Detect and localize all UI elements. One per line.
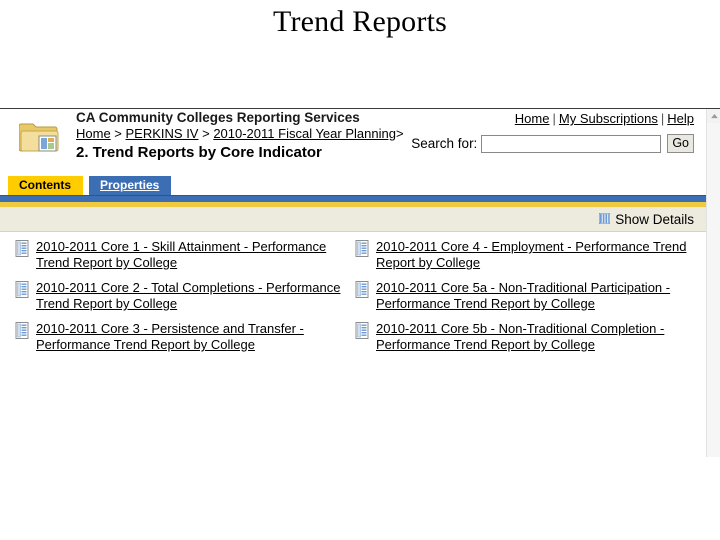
top-navigation: Home | My Subscriptions | Help bbox=[515, 111, 694, 126]
topnav-link-my-subscriptions[interactable]: My Subscriptions bbox=[559, 111, 658, 126]
list-item[interactable]: 2010-2011 Core 2 - Total Completions - P… bbox=[15, 280, 345, 312]
report-link[interactable]: 2010-2011 Core 3 - Persistence and Trans… bbox=[36, 321, 345, 353]
tab-properties[interactable]: Properties bbox=[89, 176, 172, 195]
grid-icon bbox=[598, 212, 611, 227]
folder-report-icon bbox=[18, 119, 59, 153]
topnav-separator: | bbox=[660, 111, 665, 126]
report-link[interactable]: 2010-2011 Core 4 - Employment - Performa… bbox=[376, 239, 695, 271]
breadcrumb-item-perkins-iv[interactable]: PERKINS IV bbox=[126, 126, 199, 141]
topnav-link-help[interactable]: Help bbox=[667, 111, 694, 126]
embedded-browser-screenshot: CA Community Colleges Reporting Services… bbox=[0, 108, 720, 457]
breadcrumb-item-fiscal-year-planning[interactable]: 2010-2011 Fiscal Year Planning bbox=[213, 126, 396, 141]
tab-strip: Contents Properties bbox=[0, 176, 706, 195]
breadcrumb-separator: > bbox=[198, 126, 214, 141]
report-document-icon bbox=[15, 281, 30, 298]
list-item[interactable]: 2010-2011 Core 3 - Persistence and Trans… bbox=[15, 321, 345, 353]
show-details-label: Show Details bbox=[615, 211, 694, 227]
list-item[interactable]: 2010-2011 Core 5a - Non-Traditional Part… bbox=[355, 280, 695, 312]
scrollbar-track[interactable] bbox=[707, 123, 720, 457]
report-list: 2010-2011 Core 1 - Skill Attainment - Pe… bbox=[0, 232, 706, 457]
search-area: Search for: Go bbox=[411, 134, 694, 153]
report-document-icon bbox=[355, 281, 370, 298]
breadcrumb-trailing-separator: > bbox=[395, 126, 404, 141]
breadcrumb-separator: > bbox=[110, 126, 126, 141]
search-input[interactable] bbox=[481, 134, 662, 153]
report-column-right: 2010-2011 Core 4 - Employment - Performa… bbox=[355, 239, 695, 362]
tab-contents[interactable]: Contents bbox=[8, 176, 83, 195]
breadcrumb-item-home[interactable]: Home bbox=[76, 126, 111, 141]
search-go-button[interactable]: Go bbox=[667, 134, 694, 153]
report-link[interactable]: 2010-2011 Core 1 - Skill Attainment - Pe… bbox=[36, 239, 345, 271]
blue-divider-bar bbox=[0, 195, 706, 202]
content-toolbar: Show Details bbox=[0, 207, 706, 232]
report-document-icon bbox=[15, 240, 30, 257]
report-document-icon bbox=[15, 322, 30, 339]
report-column-left: 2010-2011 Core 1 - Skill Attainment - Pe… bbox=[15, 239, 345, 362]
topnav-separator: | bbox=[552, 111, 556, 126]
list-item[interactable]: 2010-2011 Core 4 - Employment - Performa… bbox=[355, 239, 695, 271]
report-document-icon bbox=[355, 322, 370, 339]
list-item[interactable]: 2010-2011 Core 1 - Skill Attainment - Pe… bbox=[15, 239, 345, 271]
list-item[interactable]: 2010-2011 Core 5b - Non-Traditional Comp… bbox=[355, 321, 695, 353]
scroll-up-arrow-icon[interactable] bbox=[707, 109, 720, 123]
reporting-services-page: CA Community Colleges Reporting Services… bbox=[0, 109, 706, 457]
topnav-link-home[interactable]: Home bbox=[515, 111, 550, 126]
slide-title: Trend Reports bbox=[272, 5, 447, 38]
report-link[interactable]: 2010-2011 Core 5a - Non-Traditional Part… bbox=[376, 280, 695, 312]
report-link[interactable]: 2010-2011 Core 5b - Non-Traditional Comp… bbox=[376, 321, 695, 353]
vertical-scrollbar[interactable] bbox=[706, 109, 720, 457]
page-banner: CA Community Colleges Reporting Services… bbox=[0, 109, 706, 176]
show-details-button[interactable]: Show Details bbox=[598, 211, 694, 227]
search-label: Search for: bbox=[411, 136, 478, 151]
report-document-icon bbox=[355, 240, 370, 257]
report-link[interactable]: 2010-2011 Core 2 - Total Completions - P… bbox=[36, 280, 345, 312]
breadcrumb: Home > PERKINS IV > 2010-2011 Fiscal Yea… bbox=[76, 126, 456, 141]
